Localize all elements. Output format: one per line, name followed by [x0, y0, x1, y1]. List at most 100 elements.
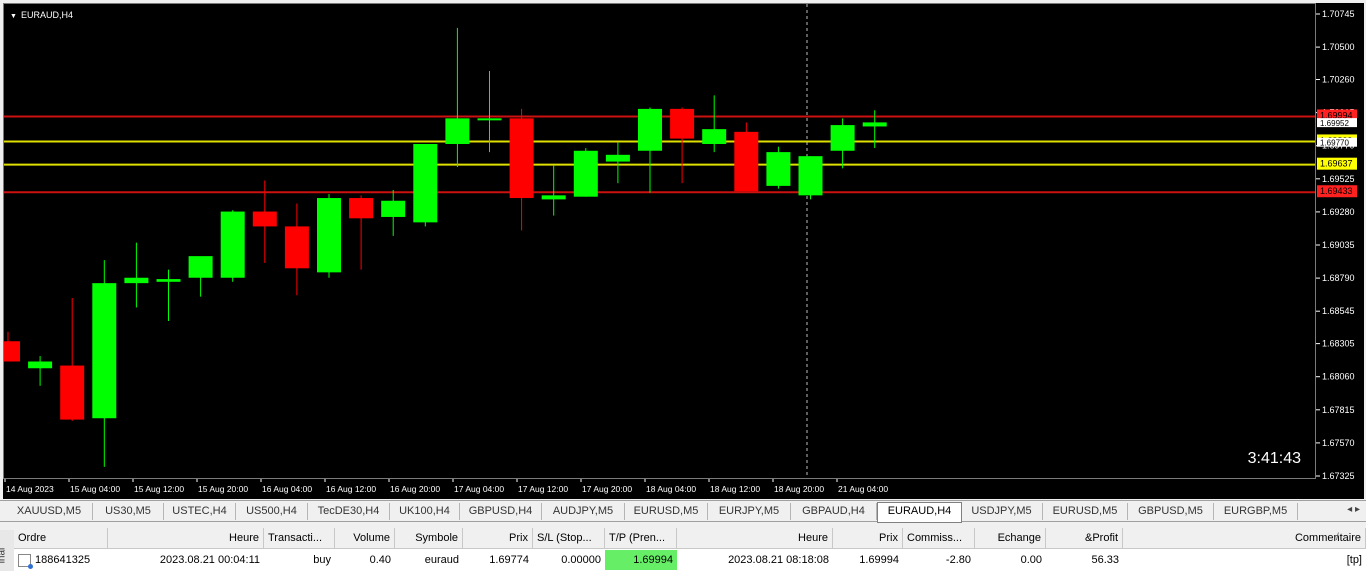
table-cell: 1.69994	[605, 550, 677, 570]
chart-tab[interactable]: XAUUSD,M5	[6, 503, 93, 520]
time-tick-label: 15 Aug 04:00	[70, 484, 120, 494]
dropdown-arrow-icon[interactable]: ▼	[10, 13, 17, 20]
current-price-tag-label: 1.69952	[1320, 119, 1349, 128]
candle-body	[284, 226, 309, 269]
candle	[766, 146, 791, 189]
table-cell: 2023.08.21 00:04:11	[108, 550, 264, 570]
chart-tab[interactable]: EURUSD,M5	[625, 503, 708, 520]
time-axis[interactable]: 14 Aug 2023 15 Aug 04:00 15 Aug 12:00 15 Au…	[3, 479, 1364, 499]
chart-symbol-label: EURAUD,H4	[20, 10, 73, 20]
chart-tab[interactable]: EURAUD,H4	[877, 502, 962, 523]
candle-body	[317, 198, 341, 273]
chart-tab[interactable]: USTEC,H4	[164, 503, 236, 520]
table-cell: euraud	[395, 550, 463, 570]
candle-body	[28, 361, 53, 369]
order-icon	[18, 553, 33, 569]
time-tick-label: 18 Aug 20:00	[774, 484, 824, 494]
candle-body	[413, 144, 438, 223]
candle	[349, 195, 374, 270]
candle	[477, 71, 502, 153]
price-level-tag-label: 1.69637	[1320, 159, 1353, 169]
chart-tab[interactable]: GBPAUD,H4	[791, 503, 877, 520]
chart-symbol-title: ▼ EURAUD,H4	[10, 10, 73, 20]
chart-tab[interactable]: EURUSD,M5	[1043, 503, 1128, 520]
time-tick-label: 17 Aug 12:00	[518, 484, 568, 494]
chart-tab[interactable]: EURGBP,M5	[1214, 503, 1298, 520]
time-tick-label: 14 Aug 2023	[6, 484, 54, 494]
current-price-tag-label: 1.69770	[1320, 139, 1349, 148]
price-tick-label: 1.69280	[1322, 207, 1355, 217]
candle	[541, 165, 566, 216]
chart-tab[interactable]: TecDE30,H4	[308, 503, 390, 520]
candle	[573, 148, 598, 197]
chart-tab[interactable]: GBPUSD,M5	[1128, 503, 1214, 520]
chart-tab-bar: XAUUSD,M5 US30,M5 USTEC,H4 US500,H4 TecDE30,…	[0, 500, 1366, 523]
table-cell: buy	[264, 550, 335, 570]
candle	[670, 107, 695, 184]
candle	[638, 107, 662, 193]
chart-tab[interactable]: US500,H4	[236, 503, 308, 520]
table-cell-value: 0.00	[1020, 554, 1042, 566]
candle	[734, 122, 759, 192]
candle-body	[798, 156, 823, 196]
candle-body	[766, 152, 791, 186]
chart-tab[interactable]: USDJPY,M5	[961, 503, 1043, 520]
time-tick-label: 21 Aug 04:00	[838, 484, 888, 494]
candle-countdown-timer: 3:41:43	[1247, 450, 1301, 467]
table-cell-value: 2023.08.21 00:04:11	[159, 554, 260, 566]
table-cell-value: 56.33	[1091, 554, 1119, 566]
candlestick-chart[interactable]	[4, 4, 1316, 479]
candle-body	[573, 150, 598, 197]
table-row[interactable]: 188641325 2023.08.21 00:04:11 buy 0.40 eurau…	[14, 528, 1366, 571]
time-tick-label: 17 Aug 04:00	[454, 484, 504, 494]
candle	[124, 242, 149, 308]
candle	[28, 356, 53, 386]
chart-tab[interactable]: UK100,H4	[390, 503, 460, 520]
chart-tab[interactable]: US30,M5	[93, 503, 164, 520]
candle-body	[381, 200, 406, 217]
candle	[798, 156, 823, 200]
table-cell-value: buy	[313, 554, 331, 566]
price-tick-label: 1.69525	[1322, 174, 1355, 184]
time-tick-label: 18 Aug 12:00	[710, 484, 760, 494]
time-tick-label: 17 Aug 20:00	[582, 484, 632, 494]
table-cell: 1.69994	[833, 550, 903, 570]
candle-body	[4, 341, 20, 362]
time-tick-label: 16 Aug 04:00	[262, 484, 312, 494]
table-cell-value: 0.40	[369, 554, 391, 566]
table-cell-value: 0.00000	[561, 554, 601, 566]
candle-body	[252, 211, 277, 227]
candle	[445, 27, 470, 167]
tab-scroll-arrows-icon[interactable]: ◂ ▸	[1347, 504, 1360, 515]
candle	[509, 108, 534, 231]
chart-tab[interactable]: AUDJPY,M5	[542, 503, 625, 520]
table-cell: 0.00	[975, 550, 1046, 570]
candle	[702, 95, 727, 153]
candle-body	[188, 256, 213, 278]
price-axis[interactable]: 1.707451.705001.702601.700151.697701.695…	[1316, 3, 1364, 479]
candle-body	[92, 283, 117, 419]
candle-body	[670, 108, 695, 139]
candle	[92, 260, 117, 467]
price-chart[interactable]: ▼ EURAUD,H4 3:41:43	[3, 3, 1316, 479]
chart-tab[interactable]: GBPUSD,H4	[460, 503, 542, 520]
candle	[188, 256, 213, 297]
candle	[413, 144, 438, 227]
candle-body	[156, 279, 181, 282]
price-tick-label: 1.68545	[1322, 306, 1355, 316]
candle-body	[638, 108, 662, 151]
table-cell-value: -2.80	[945, 554, 971, 566]
table-cell-value: 188641325	[35, 554, 91, 566]
candle	[605, 142, 630, 184]
chart-tab[interactable]: EURJPY,M5	[708, 503, 791, 520]
time-tick-label: 16 Aug 12:00	[326, 484, 376, 494]
price-tick-label: 1.67325	[1322, 471, 1355, 479]
price-tick-label: 1.70260	[1322, 75, 1355, 85]
table-cell: 2023.08.21 08:18:08	[677, 550, 833, 570]
candle-body	[349, 198, 374, 219]
price-tick-label: 1.68060	[1322, 372, 1355, 382]
candle-body	[862, 122, 887, 127]
candle	[284, 203, 309, 296]
price-tick-label: 1.67815	[1322, 405, 1355, 415]
terminal-panel-label[interactable]: inal	[0, 530, 15, 571]
